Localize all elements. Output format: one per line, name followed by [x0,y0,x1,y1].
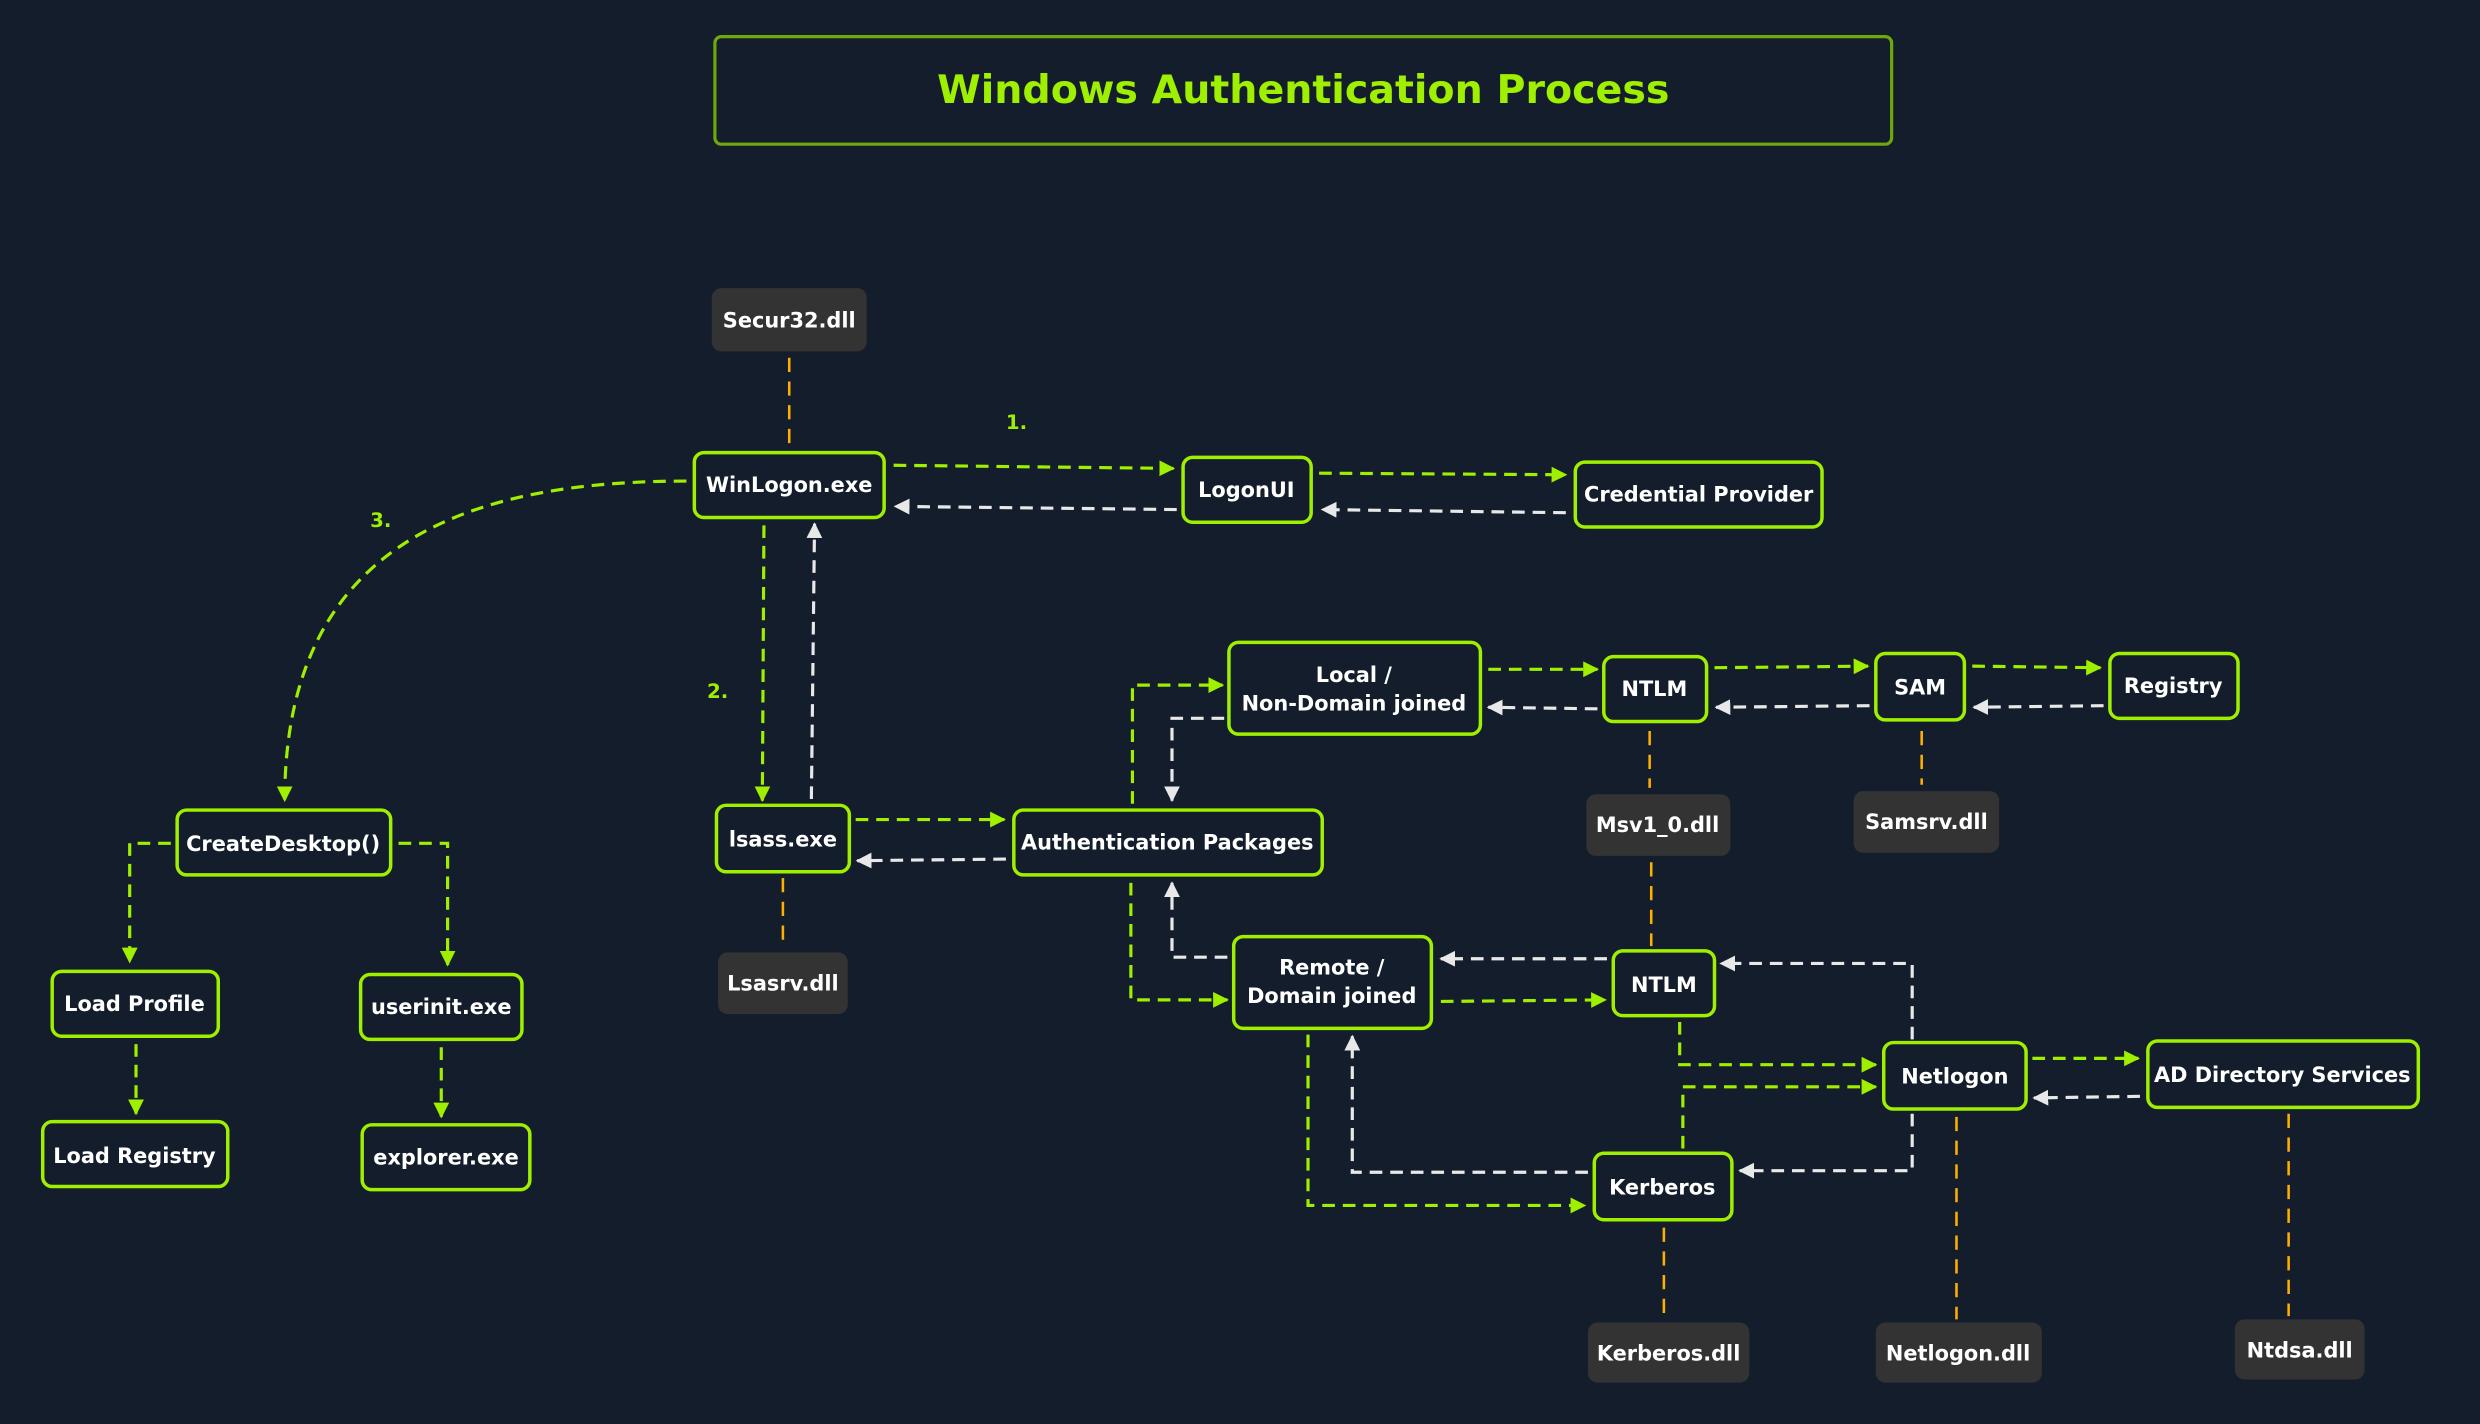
node-load-registry[interactable]: Load Registry [40,1119,230,1189]
dll-msv1-0[interactable]: Msv1_0.dll [1586,794,1731,856]
node-authentication-packages[interactable]: Authentication Packages [1012,808,1324,877]
node-local-label-line1: Local / [1316,663,1392,687]
node-credential-provider-label: Credential Provider [1584,483,1814,507]
node-kerberos-label: Kerberos [1609,1175,1715,1199]
node-ntlm-remote-label: NTLM [1631,973,1697,997]
node-winlogon-label: WinLogon.exe [706,473,872,497]
node-netlogon-label: Netlogon [1901,1065,2008,1089]
dll-kerberos-label: Kerberos.dll [1597,1341,1741,1365]
node-credential-provider[interactable]: Credential Provider [1573,460,1824,529]
node-lsass-label: lsass.exe [729,827,837,851]
node-registry[interactable]: Registry [2108,651,2240,721]
dll-msv1-0-label: Msv1_0.dll [1596,813,1719,837]
node-ad-directory-services[interactable]: AD Directory Services [2146,1039,2421,1110]
dll-ntdsa[interactable]: Ntdsa.dll [2234,1319,2365,1380]
node-remote-domain[interactable]: Remote / Domain joined [1231,934,1434,1031]
node-explorer-label: explorer.exe [373,1145,518,1169]
dll-netlogon-label: Netlogon.dll [1886,1341,2030,1365]
node-userinit-label: userinit.exe [371,995,512,1019]
node-explorer[interactable]: explorer.exe [360,1123,532,1192]
node-kerberos[interactable]: Kerberos [1592,1151,1734,1222]
node-load-profile-label: Load Profile [64,992,205,1016]
dll-samsrv[interactable]: Samsrv.dll [1853,791,2000,853]
node-sam-label: SAM [1894,676,1946,700]
node-ad-directory-services-label: AD Directory Services [2154,1063,2411,1087]
dll-samsrv-label: Samsrv.dll [1865,810,1988,834]
dll-secur32[interactable]: Secur32.dll [711,288,867,352]
node-create-desktop[interactable]: CreateDesktop() [175,808,393,877]
node-create-desktop-label: CreateDesktop() [186,832,380,856]
page-title: Windows Authentication Process [937,67,1669,113]
step-label-3: 3. [370,509,391,532]
node-load-registry-label: Load Registry [53,1144,216,1168]
dll-netlogon[interactable]: Netlogon.dll [1875,1322,2042,1383]
node-remote-label-line1: Remote / [1279,956,1385,980]
dll-kerberos[interactable]: Kerberos.dll [1587,1322,1750,1383]
node-netlogon[interactable]: Netlogon [1881,1040,2028,1111]
node-winlogon[interactable]: WinLogon.exe [692,450,886,520]
node-ntlm-remote[interactable]: NTLM [1611,949,1717,1018]
step-label-1: 1. [1006,411,1027,434]
node-registry-label: Registry [2124,674,2223,698]
node-local-non-domain[interactable]: Local / Non-Domain joined [1227,640,1483,736]
node-userinit[interactable]: userinit.exe [358,972,524,1042]
node-ntlm-local[interactable]: NTLM [1602,654,1709,724]
dll-lsasrv-label: Lsasrv.dll [727,971,839,995]
node-authentication-packages-label: Authentication Packages [1021,831,1314,855]
node-lsass[interactable]: lsass.exe [714,803,852,874]
node-sam[interactable]: SAM [1874,651,1967,722]
node-ntlm-local-label: NTLM [1622,677,1688,701]
dll-ntdsa-label: Ntdsa.dll [2247,1338,2353,1362]
node-local-label-line2: Non-Domain joined [1242,691,1467,715]
dll-lsasrv[interactable]: Lsasrv.dll [718,952,848,1015]
node-logonui[interactable]: LogonUI [1181,455,1313,524]
dll-secur32-label: Secur32.dll [723,309,856,333]
node-load-profile[interactable]: Load Profile [50,969,221,1038]
node-remote-label-line2: Domain joined [1247,984,1416,1008]
node-logonui-label: LogonUI [1198,478,1294,502]
title-box: Windows Authentication Process [713,35,1894,146]
step-label-2: 2. [707,680,728,703]
diagram-canvas: Windows Authentication Process 1. 2. 3. … [0,0,2480,1424]
